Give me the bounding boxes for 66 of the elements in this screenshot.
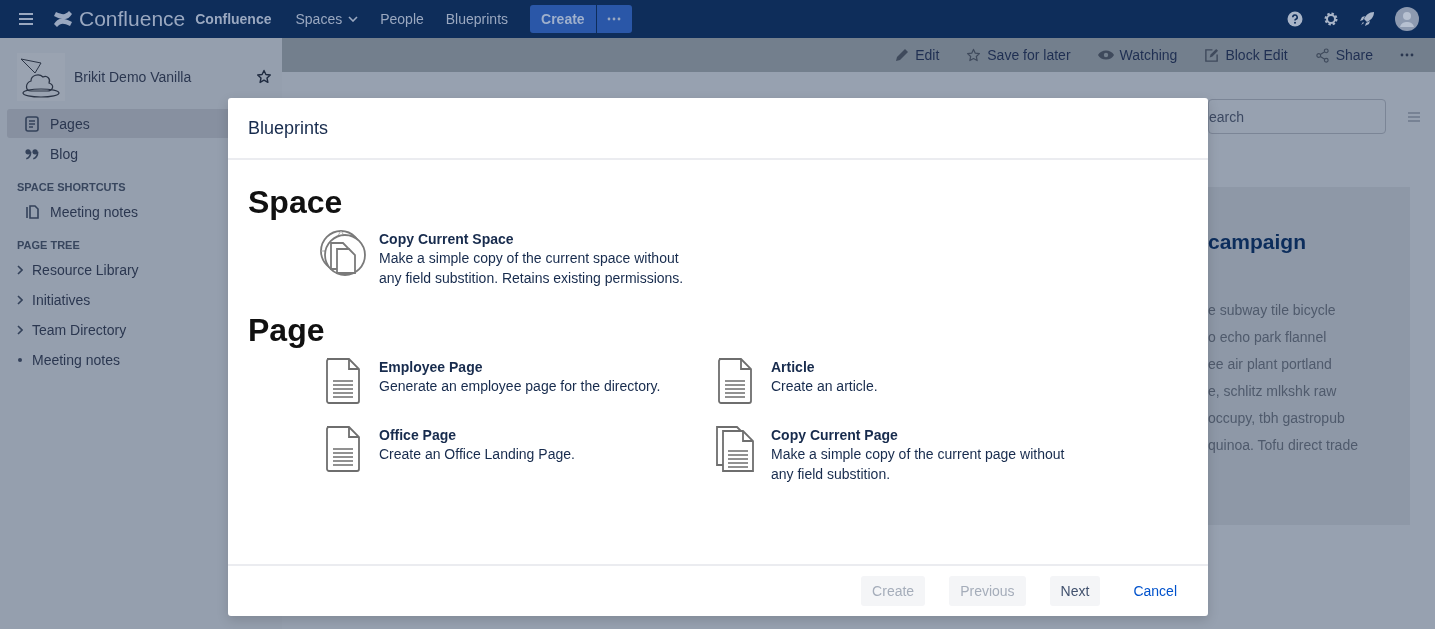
rocket-icon[interactable] — [1359, 11, 1375, 27]
body-text-line: e, schlitz mlkshk raw — [1208, 383, 1338, 401]
section-heading: PAGE TREE — [16, 238, 81, 253]
option-description: Create an Office Landing Page. — [379, 445, 576, 464]
more-icon[interactable] — [1400, 53, 1414, 57]
body-text-line: occupy, tbh gastropub — [1208, 410, 1346, 428]
nav-link[interactable]: Spaces — [295, 11, 359, 27]
share-icon — [1314, 47, 1330, 63]
help-icon[interactable] — [1287, 11, 1303, 27]
quote-icon — [25, 147, 39, 160]
star-icon — [966, 47, 982, 63]
chevron-icon[interactable] — [17, 295, 23, 305]
option-description: Make a simple copy of the current space without any field substition. Retains existing permissions. — [379, 249, 685, 288]
page-icon — [25, 115, 39, 132]
menu-icon[interactable] — [19, 13, 33, 25]
body-text-line: ee air plant portland — [1208, 356, 1333, 374]
more-icon — [607, 17, 622, 21]
avatar-icon[interactable] — [1395, 7, 1419, 31]
brand-name[interactable]: Confluence — [79, 7, 186, 31]
toolbar-action[interactable]: Share — [1314, 47, 1373, 63]
sidebar-item[interactable]: Blog — [7, 139, 282, 168]
section-heading: Space — [248, 184, 344, 221]
option-description: Generate an employee page for the directory. — [379, 377, 662, 396]
option-title: Article — [771, 358, 816, 376]
create-button[interactable]: Create — [530, 5, 596, 33]
section-heading: SPACE SHORTCUTS — [16, 180, 127, 195]
settings-icon[interactable] — [1323, 11, 1339, 27]
nav-link[interactable]: People — [380, 11, 424, 27]
toolbar-action[interactable]: Edit — [895, 47, 940, 63]
site-name[interactable]: Confluence — [195, 11, 272, 27]
toolbar-action[interactable]: Block Edit — [1204, 47, 1288, 63]
blueprint-option[interactable]: Article Create an article. — [711, 357, 1103, 405]
pencil-icon — [895, 48, 910, 62]
edit-box-icon — [1204, 47, 1220, 63]
chevron-icon[interactable] — [17, 265, 23, 275]
body-text-line: quinoa. Tofu direct trade — [1208, 437, 1359, 455]
option-title: Copy Current Page — [771, 426, 899, 444]
space-name[interactable]: Brikit Demo Vanilla — [74, 69, 256, 85]
section-heading: Page — [248, 312, 326, 349]
copy-icon — [25, 203, 39, 220]
tree-item[interactable]: Initiatives — [0, 285, 282, 315]
page-heading: campaign — [1208, 230, 1308, 254]
cancel-link[interactable]: Cancel — [1124, 576, 1186, 606]
option-title: Employee Page — [379, 358, 484, 376]
blueprint-option[interactable]: Copy Current Page Make a simple copy of the current page without any field substition. — [711, 425, 1103, 484]
logo-icon — [53, 10, 73, 28]
search-field[interactable]: earch — [1208, 99, 1386, 134]
option-title: Office Page — [379, 426, 458, 444]
nav-link[interactable]: Blueprints — [445, 11, 509, 27]
star-icon[interactable] — [256, 69, 272, 85]
toolbar-action[interactable]: Save for later — [966, 47, 1071, 63]
option-title: Copy Current Space — [379, 230, 515, 248]
option-description: Create an article. — [771, 377, 879, 396]
chevron-icon[interactable] — [17, 325, 23, 335]
option-description: Make a simple copy of the current page without any field substition. — [771, 445, 1066, 484]
body-text-line: o echo park flannel — [1208, 329, 1328, 347]
blueprint-option[interactable]: Office Page Create an Office Landing Page. — [319, 425, 711, 484]
body-text-line: e subway tile bicycle — [1208, 302, 1337, 320]
blueprint-option[interactable]: Employee Page Generate an employee page for the directory. — [319, 357, 711, 405]
eye-icon — [1097, 50, 1114, 60]
tree-item[interactable]: Resource Library — [0, 255, 282, 285]
toolbar-action[interactable]: Watching — [1097, 47, 1178, 63]
dialog-button[interactable]: Next — [1049, 576, 1101, 606]
globe-pages-icon — [319, 229, 367, 277]
more-button[interactable] — [595, 5, 632, 33]
blueprint-option[interactable]: Copy Current Space Make a simple copy of the current space without any field substition. Retains existing permissions. — [319, 229, 711, 288]
